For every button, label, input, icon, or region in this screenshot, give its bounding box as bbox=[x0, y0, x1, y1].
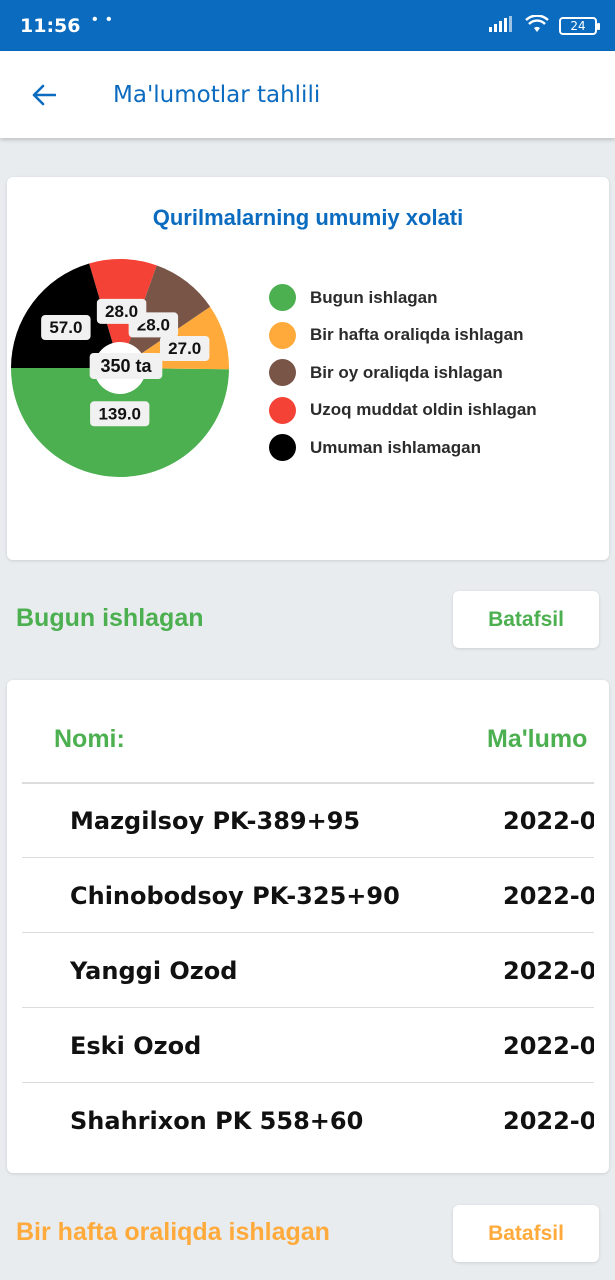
cell-date: 2022-0 bbox=[503, 882, 594, 910]
details-button-today[interactable]: Batafsil bbox=[453, 591, 599, 648]
page-title: Ma'lumotlar tahlili bbox=[113, 82, 321, 108]
legend-label: Uzoq muddat oldin ishlagan bbox=[310, 400, 537, 420]
legend-label: Bir oy oraliqda ishlagan bbox=[310, 362, 503, 382]
svg-text:139.0: 139.0 bbox=[98, 404, 141, 423]
legend-label: Bir hafta oraliqda ishlagan bbox=[310, 325, 524, 345]
pie-slice-label: 139.0 bbox=[90, 401, 150, 427]
legend-item: Bir oy oraliqda ishlagan bbox=[269, 354, 537, 392]
chart-legend: Bugun ishlagan Bir hafta oraliqda ishlag… bbox=[269, 279, 537, 467]
table-row[interactable]: Chinobodsoy PK-325+90 2022-0 bbox=[22, 858, 594, 933]
legend-item: Umuman ishlamagan bbox=[269, 429, 537, 467]
app-bar: Ma'lumotlar tahlili bbox=[0, 51, 615, 138]
legend-dot bbox=[269, 434, 296, 462]
column-header-name: Nomi: bbox=[54, 725, 125, 753]
cell-date: 2022-0 bbox=[503, 1107, 594, 1135]
cell-name: Yanggi Ozod bbox=[70, 957, 238, 985]
table-row[interactable]: Mazgilsoy PK-389+95 2022-0 bbox=[22, 783, 594, 858]
svg-text:350 ta: 350 ta bbox=[100, 356, 152, 376]
signal-icon bbox=[489, 15, 515, 37]
svg-text:28.0: 28.0 bbox=[105, 302, 138, 321]
legend-dot bbox=[269, 321, 296, 349]
pie-slice-label: 27.0 bbox=[159, 335, 210, 361]
notification-dots: • • bbox=[92, 11, 114, 28]
chart-title: Qurilmalarning umumiy xolati bbox=[152, 205, 464, 230]
arrow-left-icon bbox=[32, 84, 56, 106]
cell-date: 2022-0 bbox=[503, 957, 594, 985]
back-button[interactable] bbox=[22, 75, 66, 115]
pie-chart-svg: 139.027.028.028.057.0350 ta bbox=[11, 259, 229, 477]
legend-item: Bir hafta oraliqda ishlagan bbox=[269, 317, 537, 355]
status-chart-card: Qurilmalarning umumiy xolati 139.0 27.0 28… bbox=[7, 177, 609, 560]
details-button-week[interactable]: Batafsil bbox=[453, 1205, 599, 1262]
wifi-icon bbox=[525, 13, 549, 38]
status-icons: 24 bbox=[489, 13, 600, 39]
battery-icon: 24 bbox=[559, 17, 600, 35]
legend-label: Bugun ishlagan bbox=[310, 287, 438, 307]
table-row[interactable]: Eski Ozod 2022-0 bbox=[22, 1008, 594, 1083]
devices-table: Nomi: Ma'lumo Mazgilsoy PK-389+95 2022-0… bbox=[7, 680, 609, 1173]
status-time: 11:56 bbox=[20, 15, 81, 37]
cell-date: 2022-0 bbox=[503, 807, 594, 835]
status-bar: 11:56 • • 24 bbox=[0, 0, 615, 51]
legend-item: Uzoq muddat oldin ishlagan bbox=[269, 392, 537, 430]
pie-center-label: 350 ta bbox=[89, 353, 163, 379]
pie-slice-label: 28.0 bbox=[96, 298, 147, 324]
section-title-today: Bugun ishlagan bbox=[16, 604, 204, 632]
cell-name: Eski Ozod bbox=[70, 1032, 202, 1060]
pie-slice-label: 57.0 bbox=[41, 315, 91, 341]
cell-name: Chinobodsoy PK-325+90 bbox=[70, 882, 400, 910]
column-header-info: Ma'lumo bbox=[487, 725, 588, 753]
legend-dot bbox=[269, 359, 296, 387]
legend-dot bbox=[269, 396, 296, 424]
cell-date: 2022-0 bbox=[503, 1032, 594, 1060]
legend-dot bbox=[269, 284, 296, 312]
pie-chart: 139.0 27.0 28.0 28.0 57.0 350 ta bbox=[11, 259, 229, 477]
section-title-week: Bir hafta oraliqda ishlagan bbox=[16, 1218, 330, 1246]
legend-item: Bugun ishlagan bbox=[269, 279, 537, 317]
svg-text:27.0: 27.0 bbox=[168, 339, 201, 358]
table-row[interactable]: Shahrixon PK 558+60 2022-0 bbox=[22, 1083, 594, 1158]
legend-label: Umuman ishlamagan bbox=[310, 437, 481, 457]
cell-name: Shahrixon PK 558+60 bbox=[70, 1107, 364, 1135]
cell-name: Mazgilsoy PK-389+95 bbox=[70, 807, 361, 835]
svg-text:57.0: 57.0 bbox=[49, 318, 82, 337]
table-row[interactable]: Yanggi Ozod 2022-0 bbox=[22, 933, 594, 1008]
